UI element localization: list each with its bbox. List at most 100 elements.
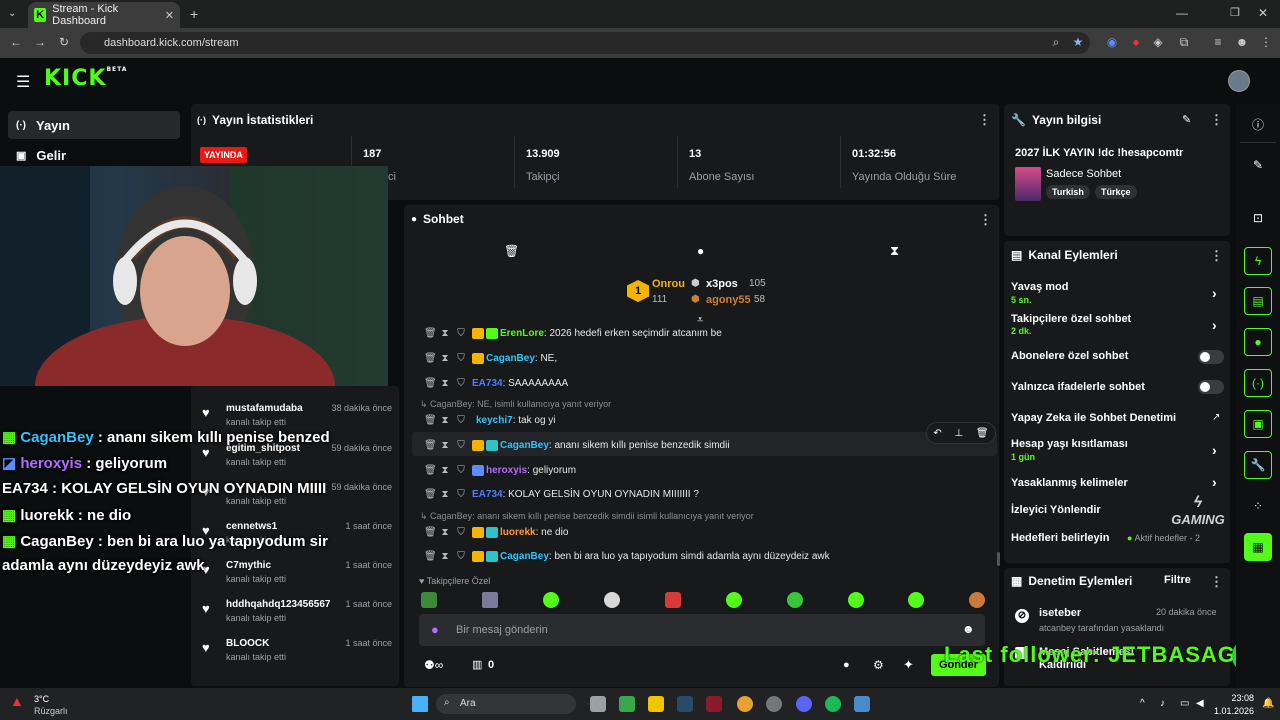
file-explorer-icon[interactable] [648,696,664,712]
sidebar-item-gelir[interactable]: ▣ Gelir [8,141,180,169]
kick-logo[interactable]: KICKBETA [44,66,127,91]
volume-icon[interactable]: ◀ [1196,698,1204,709]
chat-input[interactable]: ● Bir mesaj gönderin ☻ [419,614,985,646]
reply-icon[interactable]: ↶ [933,428,941,439]
hamburger-menu-icon[interactable]: ☰ [16,72,30,92]
community-icon[interactable]: ⚉∞ [424,658,443,672]
chat-username[interactable]: CaganBey [500,551,549,562]
chat-bubble-icon[interactable]: ● [843,659,850,671]
app-icon[interactable] [854,696,870,712]
chat-message[interactable]: 🗑 ⧗ ⛉ CaganBey: ananı sikem kıllı penise be… [424,437,730,453]
chat-message[interactable]: 🗑 ⧗ ⛉ keychi7: tak og yi [424,412,556,428]
extension-icon[interactable]: ◉ [1104,34,1120,50]
chevron-right-icon[interactable]: › [1212,317,1217,333]
delete-icon[interactable]: 🗑 [424,415,437,426]
delete-icon[interactable]: 🗑 [424,328,437,339]
chat-scrollbar[interactable] [997,552,1000,566]
pin-icon[interactable]: ⊥ [954,428,963,439]
list-item[interactable]: ♥ BLOOCK kanalı takip etti 1 saat önce [202,636,392,672]
network-icon[interactable]: ▭ [1180,698,1189,709]
ai-moderation-label[interactable]: Yapay Zeka ile Sohbet Denetimi [1011,412,1176,424]
chat-message[interactable]: 🗑 ⧗ ⛉ EA734: SAAAAAAAA [424,375,568,391]
emoji-icon[interactable]: ☻ [962,622,975,636]
chat-message[interactable]: 🗑 ⧗ ⛉ EA734: KOLAY GELSİN OYUN OYNADIN MIII… [424,486,699,502]
screenshot-icon[interactable]: ⊡ [1244,204,1272,232]
delete-icon[interactable]: 🗑 [424,440,437,451]
app-icon[interactable] [766,696,782,712]
zoom-icon[interactable]: ⌕ [1048,34,1064,50]
filter-button[interactable]: Filtre [1164,574,1191,586]
notifications-icon[interactable]: 🔔 [1262,698,1274,709]
tray-chevron-icon[interactable]: ^ [1140,698,1145,709]
minecraft-icon[interactable] [619,696,635,712]
chat-username[interactable]: CaganBey [486,353,535,364]
emote-icon[interactable] [421,592,437,608]
category-icon[interactable]: ▦ [1244,533,1272,561]
chat-message[interactable]: 🗑 ⧗ ⛉ heroxyis: geliyorum [424,462,576,478]
tag-pill[interactable]: Turkish [1046,185,1090,199]
chat-username[interactable]: ErenLore [500,328,544,339]
mic-tray-icon[interactable]: ♪ [1160,698,1165,709]
emote-chat-toggle[interactable] [1198,380,1224,394]
delete-icon[interactable]: 🗑 [424,527,437,538]
quick-action-icon[interactable]: ϟ [1244,247,1272,275]
sidebar-item-yayin[interactable]: (·) Yayın [8,111,180,139]
user-avatar[interactable] [1228,70,1250,92]
browser-menu-icon[interactable]: ⋮ [1258,34,1274,50]
stats-menu-icon[interactable]: ⋮ [978,112,991,128]
timeout-icon[interactable]: ⧗ [440,465,450,476]
list-item[interactable]: ♥ egitim_shitpost kanalı takip etti 59 daki… [202,441,392,477]
timeout-icon[interactable]: ⧗ [440,415,450,426]
emote-icon[interactable] [969,592,985,608]
mic-icon[interactable]: ● [431,622,439,637]
chrome-icon[interactable] [737,696,753,712]
timeout-icon[interactable]: ⧗ [440,489,450,500]
age-limit-label[interactable]: Hesap yaşı kısıtlaması [1011,438,1128,450]
reading-list-icon[interactable]: ≡ [1210,34,1226,50]
url-input[interactable]: dashboard.kick.com/stream [80,32,1090,54]
chat-menu-icon[interactable]: ⋮ [979,212,992,228]
list-item[interactable]: ♥ hddhqahdq123456567 kanalı takip etti 1 sa… [202,597,392,633]
reload-icon[interactable]: ↻ [56,34,72,50]
chevron-right-icon[interactable]: › [1212,474,1217,490]
timeout-icon[interactable]: ⧗ [440,353,450,364]
app-icon[interactable] [706,696,722,712]
settings-gear-icon[interactable]: ⚙ [873,658,884,672]
clock-time[interactable]: 23:08 [1216,693,1254,703]
chat-message[interactable]: 🗑 ⧗ ⛉ luorekk: ne dio [424,524,568,540]
clock-date[interactable]: 1.01.2026 [1206,706,1254,716]
chat-username[interactable]: EA734 [472,489,503,500]
back-icon[interactable]: ← [8,34,24,50]
forward-icon[interactable]: → [32,34,48,50]
emote-icon[interactable] [726,592,742,608]
chat-username[interactable]: CaganBey [500,440,549,451]
minimize-icon[interactable]: — [1176,6,1188,20]
mod-actions-menu-icon[interactable]: ⋮ [1210,574,1223,590]
goals-label[interactable]: Hedefleri belirleyin [1011,532,1109,544]
integrations-icon[interactable]: ⁘ [1244,492,1272,520]
emote-icon[interactable] [543,592,559,608]
wrench-icon[interactable]: 🔧 [1244,451,1272,479]
emote-icon[interactable] [604,592,620,608]
browser-tab[interactable]: K Stream - Kick Dashboard ✕ [28,2,180,28]
subs-chat-toggle[interactable] [1198,350,1224,364]
tab-list-icon[interactable]: ⌄ [8,8,16,19]
trash-icon[interactable]: 🗑 [504,244,519,258]
info-icon[interactable]: ⓘ [1244,110,1272,138]
emote-icon[interactable] [665,592,681,608]
delete-icon[interactable]: 🗑 [424,489,437,500]
media-icon[interactable]: ▣ [1244,410,1272,438]
chat-username[interactable]: luorekk [500,527,536,538]
close-window-icon[interactable]: ✕ [1258,6,1268,20]
tag-pill[interactable]: Türkçe [1095,185,1137,199]
mod-action-user[interactable]: iseteber [1039,607,1081,619]
timeout-icon[interactable]: ⧗ [440,440,450,451]
discord-icon[interactable] [796,696,812,712]
delete-icon[interactable]: 🗑 [424,378,437,389]
emote-icon[interactable] [908,592,924,608]
chat-username[interactable]: keychi7 [476,415,513,426]
tab-close-icon[interactable]: ✕ [165,9,174,22]
extension-icon[interactable]: ● [1128,34,1144,50]
spotify-icon[interactable] [825,696,841,712]
emote-icon[interactable] [848,592,864,608]
